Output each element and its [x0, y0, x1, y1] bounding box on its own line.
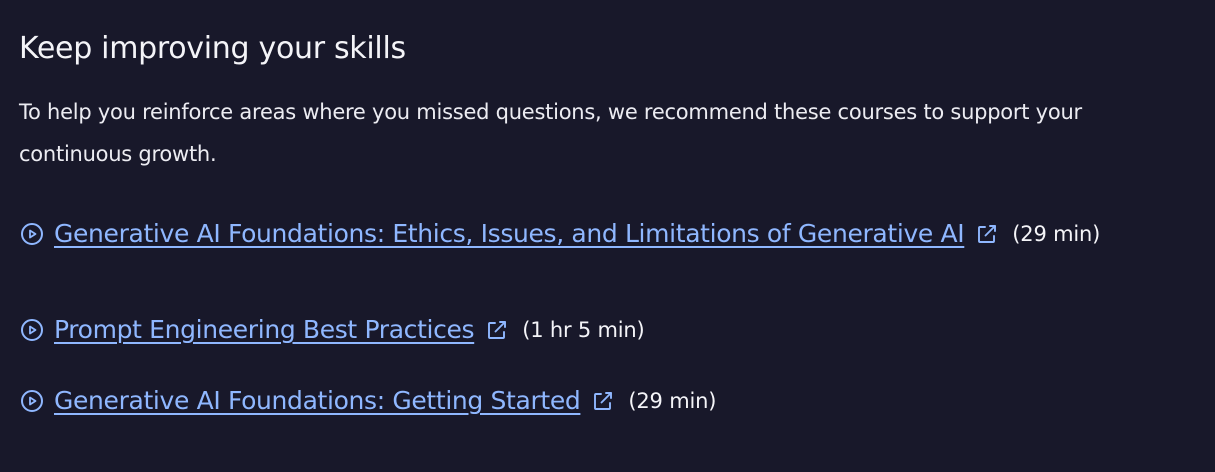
- course-link[interactable]: Generative AI Foundations: Getting Start…: [54, 383, 581, 419]
- external-link-icon[interactable]: [974, 221, 1000, 247]
- play-circle-icon: [19, 388, 45, 414]
- course-item: Prompt Engineering Best Practices (1 hr …: [19, 312, 645, 348]
- external-link-icon[interactable]: [590, 388, 616, 414]
- play-circle-icon: [19, 317, 45, 343]
- course-item: Generative AI Foundations: Ethics, Issue…: [19, 216, 1100, 252]
- play-circle-icon: [19, 221, 45, 247]
- course-link[interactable]: Prompt Engineering Best Practices: [54, 312, 475, 348]
- course-item: Generative AI Foundations: Getting Start…: [19, 383, 716, 419]
- external-link-icon[interactable]: [484, 317, 510, 343]
- section-title: Keep improving your skills: [19, 31, 406, 66]
- course-duration: (29 min): [1012, 222, 1101, 246]
- course-link[interactable]: Generative AI Foundations: Ethics, Issue…: [54, 216, 965, 252]
- course-duration: (1 hr 5 min): [522, 318, 645, 342]
- course-duration: (29 min): [628, 389, 717, 413]
- section-description: To help you reinforce areas where you mi…: [19, 100, 1082, 166]
